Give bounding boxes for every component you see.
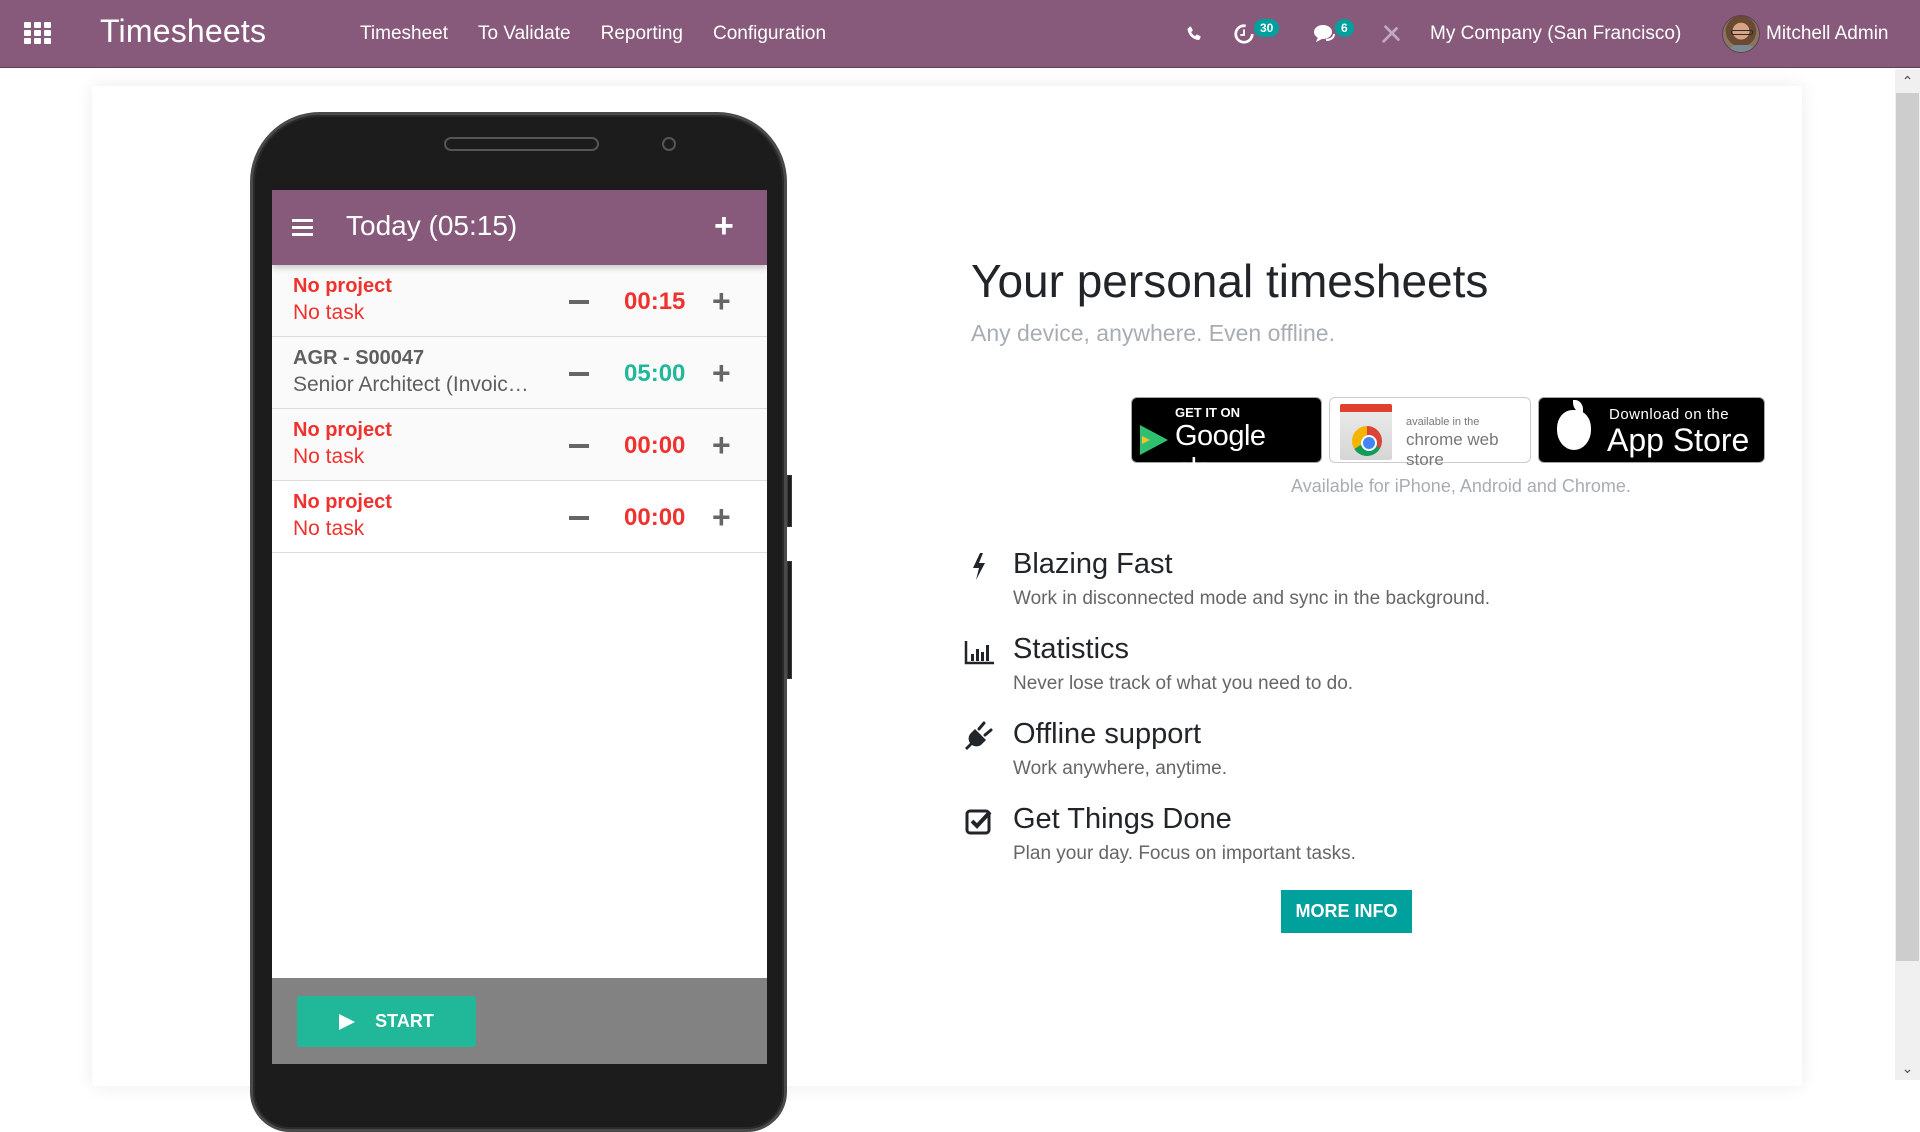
entry-project: No project bbox=[293, 491, 392, 513]
google-play-small-text: GET IT ON bbox=[1175, 405, 1240, 420]
feature-description: Work anywhere, anytime. bbox=[1013, 758, 1228, 779]
menu-item-reporting[interactable]: Reporting bbox=[601, 23, 683, 45]
main-content: Today (05:15) + No project No task 00:15… bbox=[0, 69, 1895, 1132]
scroll-down-arrow-icon[interactable]: ⌄ bbox=[1895, 1056, 1920, 1080]
play-icon bbox=[339, 1013, 356, 1030]
entry-time: 00:00 bbox=[624, 504, 686, 531]
app-store-badge[interactable]: Download on the App Store bbox=[1538, 397, 1765, 463]
feature-description: Never lose track of what you need to do. bbox=[1013, 673, 1354, 694]
start-timer-button[interactable]: START bbox=[297, 996, 476, 1047]
feature-description: Plan your day. Focus on important tasks. bbox=[1013, 843, 1356, 864]
google-play-badge[interactable]: GET IT ON Google play bbox=[1131, 397, 1322, 485]
timesheet-entry[interactable]: No project No task 00:00 + bbox=[272, 481, 767, 553]
phone-side-button bbox=[787, 561, 792, 679]
entry-task: No task bbox=[293, 301, 365, 324]
apple-icon bbox=[1557, 400, 1591, 450]
main-menu: Timesheet To Validate Reporting Configur… bbox=[360, 23, 826, 45]
entry-project: AGR - S00047 bbox=[293, 347, 425, 369]
hamburger-menu-icon[interactable] bbox=[292, 219, 313, 236]
phone-screen: Today (05:15) + No project No task 00:15… bbox=[272, 190, 767, 1064]
entry-task: Senior Architect (Invoic… bbox=[293, 373, 529, 396]
feature-title: Blazing Fast bbox=[1013, 548, 1173, 580]
add-entry-icon[interactable]: + bbox=[714, 206, 734, 246]
messages-button[interactable]: 6 bbox=[1313, 0, 1354, 68]
clock-icon bbox=[1234, 24, 1254, 44]
scroll-up-arrow-icon[interactable]: ⌃ bbox=[1895, 69, 1920, 93]
decrease-time-icon[interactable] bbox=[569, 300, 589, 304]
timesheet-promo-card: Today (05:15) + No project No task 00:15… bbox=[92, 86, 1802, 1132]
app-store-big-text: App Store bbox=[1607, 422, 1750, 458]
availability-note: Available for iPhone, Android and Chrome… bbox=[1291, 476, 1631, 496]
plug-icon bbox=[965, 721, 993, 750]
messages-count-badge: 6 bbox=[1335, 19, 1354, 37]
timesheet-entry[interactable]: AGR - S00047 Senior Architect (Invoic… 0… bbox=[272, 337, 767, 409]
user-avatar[interactable] bbox=[1722, 15, 1760, 53]
phone-footer: START bbox=[272, 978, 767, 1064]
activities-button[interactable]: 30 bbox=[1233, 0, 1280, 68]
decrease-time-icon[interactable] bbox=[569, 516, 589, 520]
feature-description: Work in disconnected mode and sync in th… bbox=[1013, 588, 1491, 609]
menu-item-to-validate[interactable]: To Validate bbox=[478, 23, 571, 45]
entry-task: No task bbox=[293, 445, 365, 468]
user-menu[interactable]: Mitchell Admin bbox=[1766, 23, 1889, 45]
today-total-title: Today (05:15) bbox=[346, 210, 518, 241]
decrease-time-icon[interactable] bbox=[569, 372, 589, 376]
app-store-small-text: Download on the bbox=[1609, 406, 1730, 423]
google-play-icon bbox=[1140, 425, 1168, 455]
menu-item-timesheet[interactable]: Timesheet bbox=[360, 23, 448, 45]
phone-camera bbox=[662, 137, 676, 151]
tools-icon bbox=[1382, 25, 1400, 43]
menu-item-configuration[interactable]: Configuration bbox=[713, 23, 826, 45]
check-square-icon bbox=[965, 809, 992, 835]
feature-title: Statistics bbox=[1013, 633, 1130, 665]
entry-task: No task bbox=[293, 517, 365, 540]
phone-app-header: Today (05:15) + bbox=[272, 190, 767, 265]
vertical-scrollbar[interactable]: ⌃ ⌄ bbox=[1895, 69, 1920, 1080]
activities-count-badge: 30 bbox=[1254, 19, 1280, 37]
chrome-big-text: chrome web store bbox=[1406, 430, 1499, 469]
phone-side-button bbox=[787, 475, 792, 527]
increase-time-icon[interactable]: + bbox=[712, 283, 731, 319]
increase-time-icon[interactable]: + bbox=[712, 499, 731, 535]
entry-project: No project bbox=[293, 275, 392, 297]
top-navbar: Timesheets Timesheet To Validate Reporti… bbox=[0, 0, 1920, 68]
decrease-time-icon[interactable] bbox=[569, 444, 589, 448]
entry-project: No project bbox=[293, 419, 392, 441]
bar-chart-icon bbox=[964, 641, 994, 665]
promo-headline: Your personal timesheets bbox=[971, 255, 1489, 307]
start-label: START bbox=[375, 1011, 434, 1031]
phone-icon bbox=[1187, 26, 1201, 41]
phone-mockup: Today (05:15) + No project No task 00:15… bbox=[250, 112, 792, 1132]
entry-time: 00:15 bbox=[624, 288, 686, 315]
store-badges: GET IT ON Google play available in the c… bbox=[1131, 397, 1765, 485]
scrollbar-thumb[interactable] bbox=[1896, 93, 1919, 961]
phone-speaker bbox=[444, 137, 599, 151]
bolt-icon bbox=[973, 553, 985, 580]
chrome-web-store-badge[interactable]: available in the chrome web store bbox=[1329, 397, 1531, 469]
app-title[interactable]: Timesheets bbox=[100, 13, 266, 50]
phone-button[interactable] bbox=[1185, 0, 1203, 68]
apps-menu-icon[interactable] bbox=[24, 22, 51, 44]
feature-title: Get Things Done bbox=[1013, 803, 1232, 835]
company-switcher[interactable]: My Company (San Francisco) bbox=[1430, 23, 1681, 45]
increase-time-icon[interactable]: + bbox=[712, 355, 731, 391]
chrome-small-text: available in the bbox=[1406, 416, 1480, 428]
debug-tools-button[interactable] bbox=[1380, 0, 1402, 68]
entry-time: 05:00 bbox=[624, 360, 686, 387]
timesheet-entries: No project No task 00:15 + AGR - S00047 … bbox=[272, 265, 767, 553]
increase-time-icon[interactable]: + bbox=[712, 427, 731, 463]
promo-subheadline: Any device, anywhere. Even offline. bbox=[971, 320, 1335, 346]
timesheet-entry[interactable]: No project No task 00:00 + bbox=[272, 409, 767, 481]
timesheet-entry[interactable]: No project No task 00:15 + bbox=[272, 265, 767, 337]
more-info-button[interactable]: MORE INFO bbox=[1281, 890, 1412, 933]
chat-icon bbox=[1314, 25, 1335, 42]
feature-title: Offline support bbox=[1013, 718, 1202, 750]
chrome-logo-icon bbox=[1352, 426, 1382, 456]
entry-time: 00:00 bbox=[624, 432, 686, 459]
